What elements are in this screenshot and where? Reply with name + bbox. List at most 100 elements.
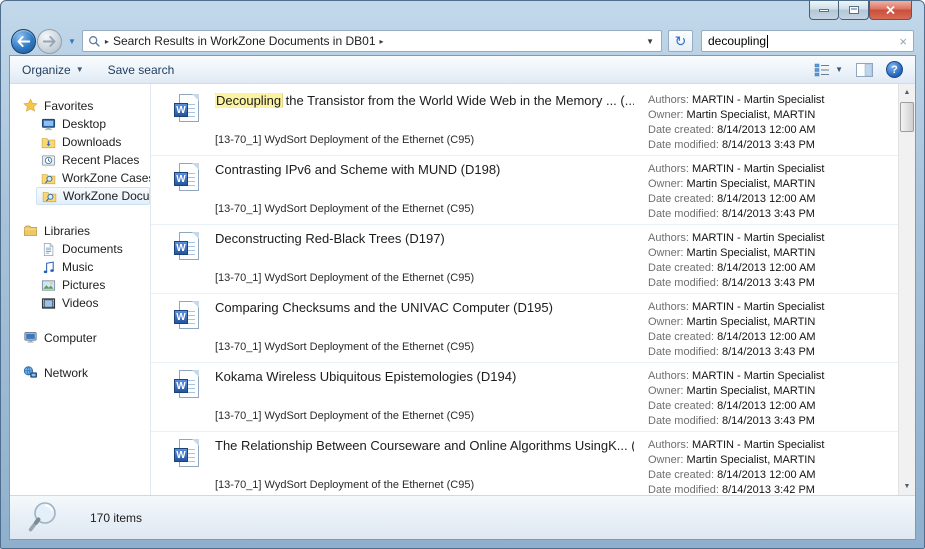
main-area: Favorites DesktopDownloadsRecent Places Wo…: [10, 84, 915, 495]
authors-value: MARTIN - Martin Specialist: [692, 439, 824, 451]
sidebar-item-desktop[interactable]: Desktop: [36, 115, 150, 133]
clear-search-icon[interactable]: ×: [899, 35, 907, 48]
sidebar-item-favorites[interactable]: Favorites: [22, 96, 150, 115]
favorites-star-icon: [22, 98, 38, 113]
result-title[interactable]: Kokama Wireless Ubiquitous Epistemologie…: [215, 369, 634, 384]
documents-icon: [40, 242, 56, 257]
authors-line: Authors: MARTIN - Martin Specialist: [648, 93, 898, 108]
result-case-reference: [13-70_1] WydSort Deployment of the Ethe…: [215, 134, 474, 146]
authors-value: MARTIN - Martin Specialist: [692, 370, 824, 382]
result-metadata: Authors: MARTIN - Martin Specialist Owne…: [648, 162, 898, 222]
owner-value: Martin Specialist, MARTIN: [687, 247, 816, 259]
word-document-icon: W: [174, 232, 201, 263]
help-button[interactable]: ?: [886, 61, 903, 78]
scrollbar-thumb[interactable]: [900, 102, 914, 132]
back-button[interactable]: [11, 29, 36, 54]
sidebar-group-favorites: Favorites DesktopDownloadsRecent Places Wo…: [10, 96, 150, 205]
result-title-text: Kokama Wireless Ubiquitous Epistemologie…: [215, 369, 516, 384]
date-modified-label: Date modified:: [648, 139, 719, 151]
result-case-reference: [13-70_1] WydSort Deployment of the Ethe…: [215, 341, 474, 353]
result-title-text: Comparing Checksums and the UNIVAC Compu…: [215, 300, 553, 315]
command-toolbar: Organize ▼ Save search ▼ ?: [10, 56, 915, 84]
sidebar-item-computer[interactable]: Computer: [22, 328, 150, 347]
result-title[interactable]: Comparing Checksums and the UNIVAC Compu…: [215, 300, 634, 315]
search-input-value: decoupling: [708, 34, 766, 48]
owner-line: Owner: Martin Specialist, MARTIN: [648, 384, 898, 399]
recent-pages-chevron-icon[interactable]: ▼: [68, 37, 76, 46]
date-created-label: Date created:: [648, 400, 714, 412]
sidebar-item-downloads[interactable]: Downloads: [36, 133, 150, 151]
vertical-scrollbar[interactable]: ▲ ▼: [898, 84, 915, 495]
network-icon: [22, 365, 38, 380]
result-title[interactable]: Contrasting IPv6 and Scheme with MUND (D…: [215, 162, 634, 177]
videos-icon: [40, 296, 56, 311]
scroll-down-icon[interactable]: ▼: [899, 479, 915, 494]
close-icon: [885, 5, 896, 15]
authors-value: MARTIN - Martin Specialist: [692, 232, 824, 244]
result-row[interactable]: W Deconstructing Red-Black Trees (D197) …: [151, 225, 898, 294]
preview-pane-button[interactable]: [856, 63, 873, 77]
date-created-label: Date created:: [648, 124, 714, 136]
date-created-line: Date created: 8/14/2013 12:00 AM: [648, 123, 898, 138]
breadcrumb-arrow-icon[interactable]: ▸: [105, 37, 109, 46]
result-row[interactable]: W Kokama Wireless Ubiquitous Epistemolog…: [151, 363, 898, 432]
owner-value: Martin Specialist, MARTIN: [687, 109, 816, 121]
date-created-value: 8/14/2013 12:00 AM: [717, 469, 815, 481]
owner-value: Martin Specialist, MARTIN: [687, 178, 816, 190]
result-row[interactable]: W Comparing Checksums and the UNIVAC Com…: [151, 294, 898, 363]
text-caret: [767, 35, 768, 48]
status-bar: 170 items: [10, 495, 915, 539]
desktop-icon: [40, 117, 56, 132]
address-bar[interactable]: ▸ Search Results in WorkZone Documents i…: [82, 30, 662, 52]
sidebar-item-documents[interactable]: Documents: [36, 240, 150, 258]
date-modified-value: 8/14/2013 3:43 PM: [722, 346, 815, 358]
sidebar-item-workzone-cases-in-i[interactable]: WorkZone Cases in I: [36, 169, 150, 187]
owner-line: Owner: Martin Specialist, MARTIN: [648, 315, 898, 330]
result-row[interactable]: W Decoupling the Transistor from the Wor…: [151, 87, 898, 156]
address-dropdown-icon[interactable]: ▼: [644, 37, 656, 46]
result-row[interactable]: W The Relationship Between Courseware an…: [151, 432, 898, 495]
sidebar-item-label: WorkZone Cases in I: [62, 171, 150, 185]
result-case-reference: [13-70_1] WydSort Deployment of the Ethe…: [215, 410, 474, 422]
breadcrumb[interactable]: Search Results in WorkZone Documents in …: [113, 34, 376, 48]
sidebar-item-label: Documents: [62, 242, 123, 256]
date-created-label: Date created:: [648, 331, 714, 343]
search-input[interactable]: decoupling ×: [701, 30, 914, 52]
owner-label: Owner:: [648, 316, 683, 328]
breadcrumb-arrow-icon[interactable]: ▸: [380, 37, 384, 46]
sidebar-group-libraries: Libraries Documents Music Pictures Videos: [10, 221, 150, 312]
organize-button[interactable]: Organize ▼: [22, 63, 84, 77]
refresh-button[interactable]: ↻: [668, 30, 693, 52]
scroll-up-icon[interactable]: ▲: [899, 85, 915, 100]
save-search-button[interactable]: Save search: [108, 63, 175, 77]
change-view-button[interactable]: ▼: [814, 63, 843, 77]
sidebar-item-network[interactable]: Network: [22, 363, 150, 382]
search-location-icon: [88, 35, 101, 48]
result-title[interactable]: Decoupling the Transistor from the World…: [215, 93, 634, 108]
forward-arrow-icon: [43, 36, 56, 47]
word-document-icon: W: [174, 94, 201, 125]
sidebar-item-videos[interactable]: Videos: [36, 294, 150, 312]
result-title[interactable]: Deconstructing Red-Black Trees (D197): [215, 231, 634, 246]
maximize-button[interactable]: [839, 1, 869, 20]
word-letter-badge: W: [174, 241, 188, 255]
sidebar-group-label: Favorites: [44, 99, 93, 113]
sidebar-item-libraries[interactable]: Libraries: [22, 221, 150, 240]
search-hit-highlight: Decoupling: [215, 93, 282, 108]
owner-label: Owner:: [648, 385, 683, 397]
result-row[interactable]: W Contrasting IPv6 and Scheme with MUND …: [151, 156, 898, 225]
sidebar-item-workzone-documen[interactable]: WorkZone Documen: [36, 187, 150, 205]
forward-button[interactable]: [37, 29, 62, 54]
sidebar-item-pictures[interactable]: Pictures: [36, 276, 150, 294]
sidebar-item-recent-places[interactable]: Recent Places: [36, 151, 150, 169]
title-bar[interactable]: [1, 1, 924, 27]
date-modified-line: Date modified: 8/14/2013 3:42 PM: [648, 483, 898, 495]
word-document-icon: W: [174, 163, 201, 194]
result-title[interactable]: The Relationship Between Courseware and …: [215, 438, 634, 453]
sidebar-item-music[interactable]: Music: [36, 258, 150, 276]
date-created-label: Date created:: [648, 193, 714, 205]
sidebar-item-label: Pictures: [62, 278, 105, 292]
minimize-button[interactable]: [809, 1, 839, 20]
date-created-value: 8/14/2013 12:00 AM: [717, 124, 815, 136]
close-button[interactable]: [869, 1, 912, 20]
